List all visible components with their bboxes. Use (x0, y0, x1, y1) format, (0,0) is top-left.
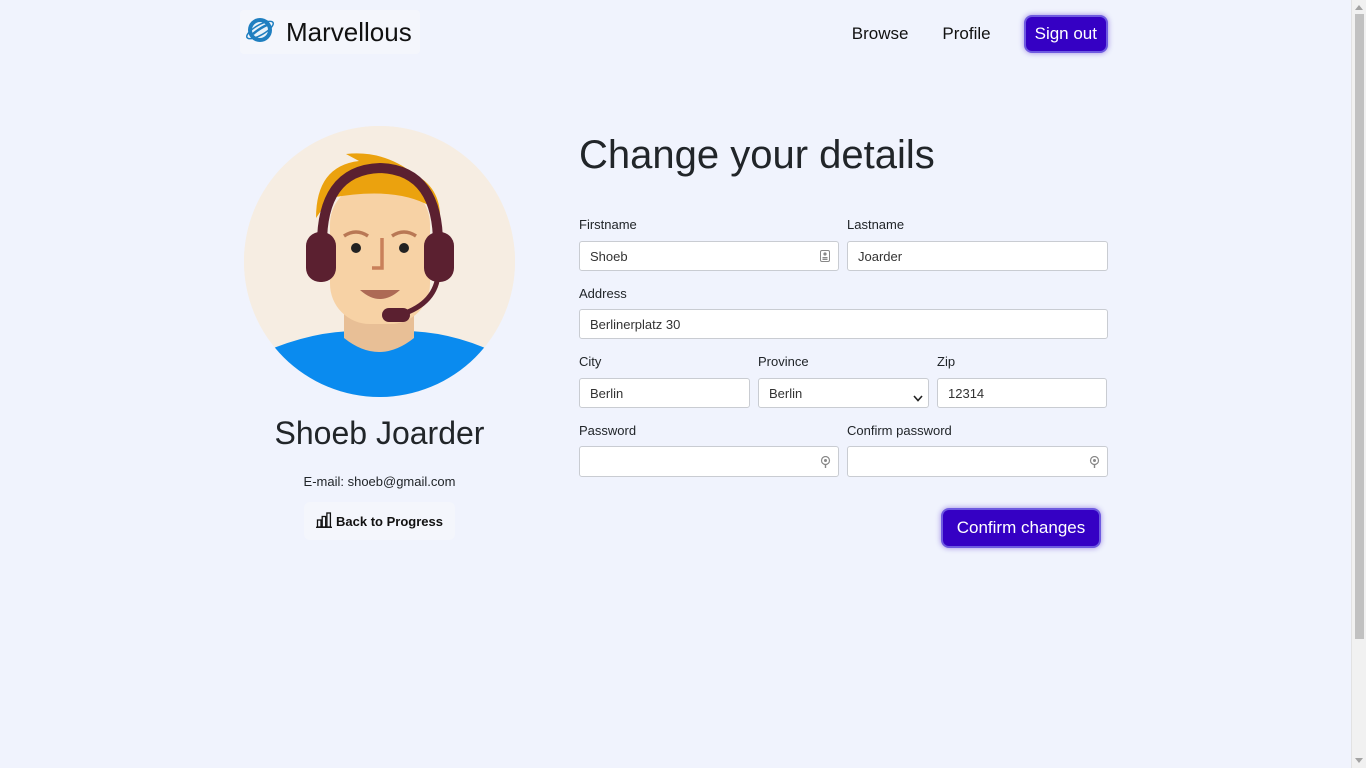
confirm-password-label: Confirm password (847, 423, 952, 438)
confirm-changes-button[interactable]: Confirm changes (941, 508, 1101, 548)
address-label: Address (579, 286, 627, 301)
firstname-input[interactable]: Shoeb (579, 241, 839, 271)
profile-email: E-mail: shoeb@gmail.com (303, 474, 456, 489)
sign-out-button[interactable]: Sign out (1023, 15, 1108, 53)
scroll-up-icon[interactable] (1355, 5, 1363, 10)
city-value: Berlin (590, 385, 624, 401)
nav-profile-link[interactable]: Profile (925, 16, 1007, 52)
profile-name: Shoeb Joarder (274, 415, 485, 451)
scroll-down-icon[interactable] (1355, 758, 1363, 763)
firstname-label: Firstname (579, 217, 637, 232)
zip-value: 12314 (948, 385, 985, 401)
avatar (244, 126, 515, 397)
contact-card-icon (820, 250, 830, 262)
address-value: Berlinerplatz 30 (590, 316, 681, 332)
scrollbar-thumb[interactable] (1355, 14, 1364, 639)
key-icon (820, 455, 831, 468)
page-scrollbar[interactable] (1351, 0, 1366, 768)
province-select[interactable]: Berlin (758, 378, 929, 408)
brand[interactable]: Marvellous (240, 10, 420, 54)
password-input[interactable] (579, 446, 839, 477)
password-label: Password (579, 423, 637, 438)
top-nav: Browse Profile Sign out (835, 15, 1108, 53)
lastname-input[interactable]: Joarder (847, 241, 1108, 271)
city-label: City (579, 354, 602, 369)
planet-logo-icon (244, 14, 276, 51)
city-input[interactable]: Berlin (579, 378, 750, 408)
key-icon (1089, 455, 1100, 468)
lastname-label: Lastname (847, 217, 905, 232)
confirm-password-input[interactable] (847, 446, 1108, 477)
bar-chart-icon (316, 511, 333, 531)
zip-label: Zip (937, 354, 956, 369)
firstname-value: Shoeb (590, 248, 628, 264)
province-value: Berlin (769, 385, 803, 401)
zip-input[interactable]: 12314 (937, 378, 1107, 408)
page-title: Change your details (579, 133, 935, 177)
province-label: Province (758, 354, 809, 369)
back-to-progress-button[interactable]: Back to Progress (304, 502, 455, 540)
nav-browse-link[interactable]: Browse (835, 16, 926, 52)
back-to-progress-label: Back to Progress (336, 513, 443, 529)
brand-title: Marvellous (286, 16, 412, 47)
address-input[interactable]: Berlinerplatz 30 (579, 309, 1108, 339)
chevron-down-icon (913, 390, 923, 405)
lastname-value: Joarder (858, 248, 903, 264)
